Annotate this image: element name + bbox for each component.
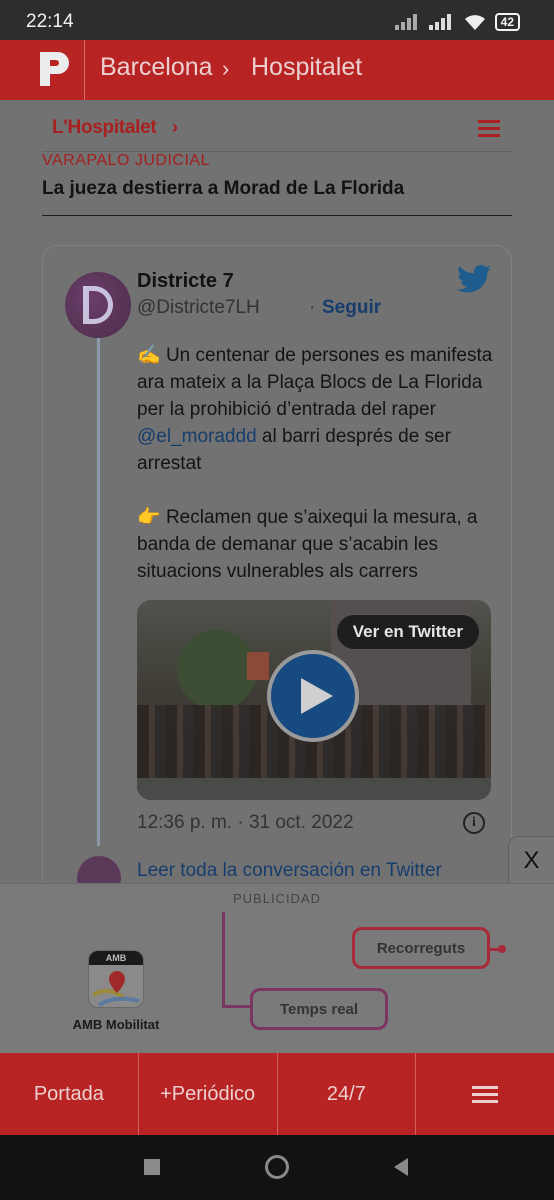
follow-button[interactable]: Seguir bbox=[322, 297, 381, 319]
routes-pill: Recorreguts bbox=[352, 927, 490, 969]
amb-app-icon: AMB bbox=[88, 950, 144, 1008]
tweet-video[interactable]: Ver en Twitter bbox=[137, 600, 491, 800]
nav-mas-periodico[interactable]: +Periódico bbox=[139, 1053, 278, 1135]
avatar bbox=[77, 856, 121, 883]
nav-24-7[interactable]: 24/7 bbox=[278, 1053, 417, 1135]
top-navigation-bar: Barcelona › Hospitalet bbox=[0, 40, 554, 100]
wifi-icon bbox=[464, 15, 485, 30]
headline-divider bbox=[42, 215, 512, 216]
battery-icon: 42 bbox=[494, 13, 520, 31]
nav-portada[interactable]: Portada bbox=[0, 1053, 139, 1135]
route-dot bbox=[498, 945, 506, 953]
recents-icon[interactable] bbox=[144, 1159, 160, 1175]
amb-app-name: AMB Mobilitat bbox=[72, 1017, 160, 1032]
view-on-twitter-button[interactable]: Ver en Twitter bbox=[336, 615, 479, 649]
section-menu-icon[interactable] bbox=[478, 120, 500, 137]
article-headline: La jueza destierra a Morad de La Florida bbox=[42, 178, 405, 199]
advertisement-banner[interactable]: PUBLICIDAD Recorreguts Temps real AMB AM… bbox=[0, 883, 554, 1053]
tweet-text-segment: Reclamen que s’aixequi la mesura, a band… bbox=[137, 507, 478, 582]
avatar[interactable] bbox=[65, 272, 131, 338]
breadcrumb-hospitalet[interactable]: Hospitalet bbox=[251, 53, 362, 82]
thread-line bbox=[97, 338, 100, 846]
home-icon[interactable] bbox=[265, 1155, 289, 1179]
map-pin-icon bbox=[91, 971, 140, 1007]
nav-menu[interactable] bbox=[416, 1053, 554, 1135]
handle-separator: · bbox=[309, 297, 316, 318]
pointing-hand-emoji: 👉 bbox=[137, 507, 161, 528]
system-navigation-bar bbox=[0, 1135, 554, 1200]
status-icons: 42 bbox=[394, 13, 520, 31]
info-icon[interactable]: i bbox=[463, 812, 485, 834]
twitter-bird-icon[interactable] bbox=[457, 264, 491, 294]
ad-label: PUBLICIDAD bbox=[232, 891, 322, 906]
article-content: L'Hospitalet › VARAPALO JUDICIAL La juez… bbox=[0, 100, 554, 883]
play-icon bbox=[301, 678, 333, 714]
hamburger-menu-icon bbox=[472, 1082, 499, 1107]
periodico-logo-icon[interactable] bbox=[40, 52, 70, 86]
article-kicker: VARAPALO JUDICIAL bbox=[42, 152, 210, 169]
embedded-tweet: Districte 7 @Districte7LH · Seguir ✍️ Un… bbox=[42, 245, 512, 883]
media-tree bbox=[177, 630, 257, 710]
breadcrumb-separator: › bbox=[222, 56, 230, 81]
section-header: L'Hospitalet › bbox=[42, 114, 512, 152]
tweet-text: ✍️ Un centenar de persones es manifesta … bbox=[137, 342, 497, 585]
districte-logo-icon bbox=[83, 286, 113, 324]
tweet-author[interactable]: Districte 7 bbox=[137, 270, 234, 293]
tweet-text-segment: Un centenar de persones es manifesta ara… bbox=[137, 345, 493, 420]
realtime-pill: Temps real bbox=[250, 988, 388, 1030]
status-time: 22:14 bbox=[26, 11, 74, 32]
chevron-right-icon: › bbox=[172, 117, 178, 137]
route-line bbox=[222, 912, 225, 1008]
signal-icon bbox=[428, 14, 451, 30]
status-bar: 22:14 42 bbox=[0, 0, 554, 40]
media-sign bbox=[247, 652, 269, 680]
close-ad-button[interactable]: X bbox=[508, 836, 554, 884]
mention-link[interactable]: @el_moraddd bbox=[137, 426, 257, 447]
writing-hand-emoji: ✍️ bbox=[137, 345, 161, 366]
amb-badge: AMB bbox=[89, 951, 143, 965]
breadcrumb-barcelona[interactable]: Barcelona bbox=[100, 53, 213, 82]
signal-icon bbox=[394, 14, 417, 30]
nav-divider bbox=[84, 40, 85, 100]
bottom-navigation-bar: Portada +Periódico 24/7 bbox=[0, 1053, 554, 1135]
read-conversation-link[interactable]: Leer toda la conversación en Twitter bbox=[137, 860, 442, 882]
tweet-handle[interactable]: @Districte7LH bbox=[137, 297, 260, 319]
tweet-timestamp[interactable]: 12:36 p. m. · 31 oct. 2022 bbox=[137, 812, 354, 834]
back-icon[interactable] bbox=[392, 1157, 410, 1177]
play-button[interactable] bbox=[267, 650, 359, 742]
media-ground bbox=[137, 778, 491, 800]
section-title[interactable]: L'Hospitalet bbox=[52, 117, 157, 139]
